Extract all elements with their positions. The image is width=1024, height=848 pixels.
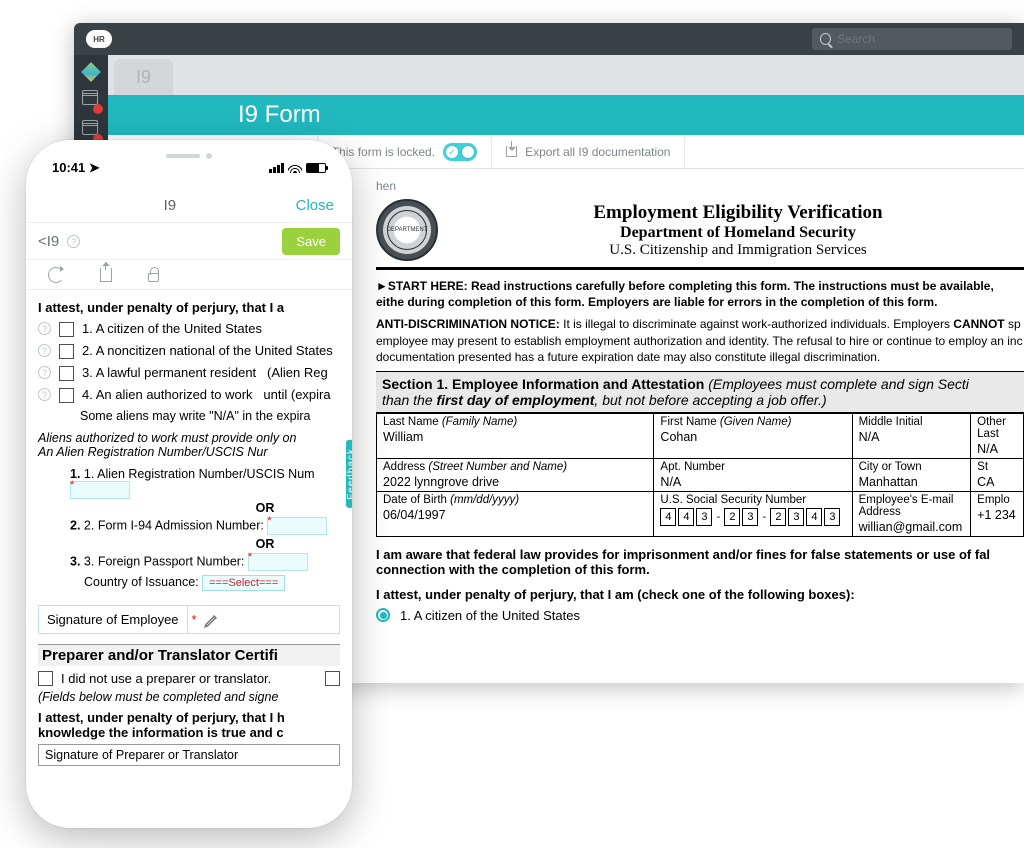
lock-status-text: This form is locked. <box>332 145 435 159</box>
check-icon: ✓ <box>446 146 458 158</box>
phone-toolbar <box>26 260 352 290</box>
help-icon[interactable]: ? <box>38 366 51 379</box>
search-input[interactable] <box>837 32 1004 46</box>
preparer-not-used[interactable]: I did not use a preparer or translator. <box>38 670 340 686</box>
signature-employee-row[interactable]: Signature of Employee * <box>38 605 340 634</box>
preparer-header: Preparer and/or Translator Certifi <box>38 644 340 666</box>
address-value: 2022 lynngrove drive <box>383 473 647 489</box>
doc-title-2: Department of Homeland Security <box>452 224 1024 242</box>
share-icon[interactable] <box>100 268 112 282</box>
first-name-value: Cohan <box>660 428 845 444</box>
country-row: Country of Issuance: ===Select=== <box>84 575 340 591</box>
back-button[interactable]: <I9 <box>38 233 59 250</box>
topbar: HR <box>74 23 1024 55</box>
i94-number-input[interactable] <box>267 517 327 535</box>
help-icon[interactable]: ? <box>67 235 80 248</box>
doc-title-3: U.S. Citizenship and Immigration Service… <box>452 242 1024 259</box>
help-icon[interactable]: ? <box>38 388 51 401</box>
uscis-number-input[interactable] <box>70 481 130 499</box>
option-citizen[interactable]: ?1. A citizen of the United States <box>38 321 340 337</box>
help-icon[interactable]: ? <box>38 322 51 335</box>
option-permanent-resident[interactable]: ?3. A lawful permanent resident (Alien R… <box>38 365 340 381</box>
citizenship-option-1[interactable]: 1. A citizen of the United States <box>376 608 1024 623</box>
brand-logo: HR <box>86 30 112 48</box>
passport-number-input[interactable] <box>248 553 308 571</box>
search-icon <box>820 33 831 45</box>
country-select[interactable]: ===Select=== <box>202 575 285 591</box>
global-search[interactable] <box>812 28 1012 50</box>
state-value: CA <box>977 473 1017 489</box>
status-time: 10:41 ➤ <box>52 160 100 176</box>
anti-discrimination-text: ANTI-DISCRIMINATION NOTICE: It is illega… <box>376 316 1024 365</box>
download-icon <box>506 146 517 157</box>
signature-label: Signature of Employee <box>39 606 188 633</box>
citizenship-option-1-label: 1. A citizen of the United States <box>400 608 580 623</box>
checkbox-icon[interactable] <box>59 322 74 337</box>
preparer-signature-input[interactable]: Signature of Preparer or Translator <box>38 744 340 766</box>
option-alien-note: Some aliens may write "N/A" in the expir… <box>80 409 340 423</box>
city-value: Manhattan <box>859 473 965 489</box>
sub-option-2: 2. 2. Form I-94 Admission Number: <box>70 517 340 535</box>
battery-icon <box>306 163 326 173</box>
or-divider: OR <box>190 537 340 551</box>
page-title: I9 Form <box>108 95 1024 135</box>
feedback-tab[interactable]: Feedback <box>346 440 352 508</box>
perjury-text: I attest, under penalty of perjury, that… <box>376 587 1024 602</box>
apps-icon[interactable] <box>82 63 100 81</box>
export-button[interactable]: Export all I9 documentation <box>492 135 685 168</box>
checkbox-icon[interactable] <box>38 671 53 686</box>
ssn-value: 443 - 23 - 2343 <box>660 506 840 526</box>
close-button[interactable]: Close <box>296 197 334 214</box>
employee-info-table: Last Name (Family Name)William First Nam… <box>376 413 1024 537</box>
phone-nav-title: I9 <box>164 197 177 214</box>
phone-mockup: 10:41 ➤ I9 Close <I9 ? Save I attest, un… <box>26 140 352 828</box>
email-value: willian@gmail.com <box>859 518 965 534</box>
checkbox-icon[interactable] <box>59 344 74 359</box>
doc-title-1: Employment Eligibility Verification <box>452 202 1024 224</box>
save-button[interactable]: Save <box>282 228 340 255</box>
last-name-value: William <box>383 428 647 444</box>
checkbox-icon[interactable] <box>59 366 74 381</box>
tasks-icon[interactable] <box>82 123 100 141</box>
export-label: Export all I9 documentation <box>525 145 670 159</box>
sub-option-3: 3. 3. Foreign Passport Number: <box>70 553 340 571</box>
pencil-icon <box>203 611 221 629</box>
phone-value: +1 234 <box>977 506 1017 522</box>
phone-nav: I9 Close <box>26 188 352 222</box>
lock-icon[interactable] <box>148 273 159 282</box>
phone-form-body: I attest, under penalty of perjury, that… <box>26 290 352 828</box>
undo-icon[interactable] <box>48 267 64 283</box>
inbox-icon[interactable] <box>82 93 100 111</box>
signal-icon <box>269 163 284 173</box>
phone-subnav: <I9 ? Save <box>26 222 352 260</box>
middle-initial-value: N/A <box>859 428 965 444</box>
aliens-note: Aliens authorized to work must provide o… <box>38 431 340 459</box>
notification-badge <box>93 104 103 114</box>
breadcrumb-suffix: hen <box>376 179 1024 193</box>
option-alien-authorized[interactable]: ?4. An alien authorized to work until (e… <box>38 387 340 403</box>
wifi-icon <box>288 163 302 173</box>
checkbox-icon[interactable] <box>59 388 74 403</box>
tab-strip: I9 <box>108 55 1024 95</box>
tab-i9[interactable]: I9 <box>114 59 173 95</box>
start-here-text: ►START HERE: Read instructions carefully… <box>376 278 1024 310</box>
phone-status-bar: 10:41 ➤ <box>26 158 352 178</box>
document-titles: Employment Eligibility Verification Depa… <box>452 202 1024 259</box>
dob-value: 06/04/1997 <box>383 506 647 522</box>
help-icon[interactable]: ? <box>38 344 51 357</box>
option-noncitizen-national[interactable]: ?2. A noncitizen national of the United … <box>38 343 340 359</box>
phone-attest-heading: I attest, under penalty of perjury, that… <box>38 300 340 315</box>
preparer-perjury: I attest, under penalty of perjury, that… <box>38 710 340 740</box>
lock-toggle[interactable]: ✓ <box>443 143 477 161</box>
checkbox-icon[interactable] <box>325 671 340 686</box>
sub-option-1: 1. 1. Alien Registration Number/USCIS Nu… <box>70 467 340 499</box>
or-divider: OR <box>190 501 340 515</box>
section-1-header: Section 1. Employee Information and Atte… <box>376 371 1024 413</box>
dhs-seal-icon: DEPARTMENT <box>376 199 438 261</box>
radio-icon <box>376 608 390 622</box>
preparer-note: (Fields below must be completed and sign… <box>38 690 340 704</box>
awareness-text: I am aware that federal law provides for… <box>376 547 1024 577</box>
other-last-value: N/A <box>977 440 1017 456</box>
apt-value: N/A <box>660 473 845 489</box>
